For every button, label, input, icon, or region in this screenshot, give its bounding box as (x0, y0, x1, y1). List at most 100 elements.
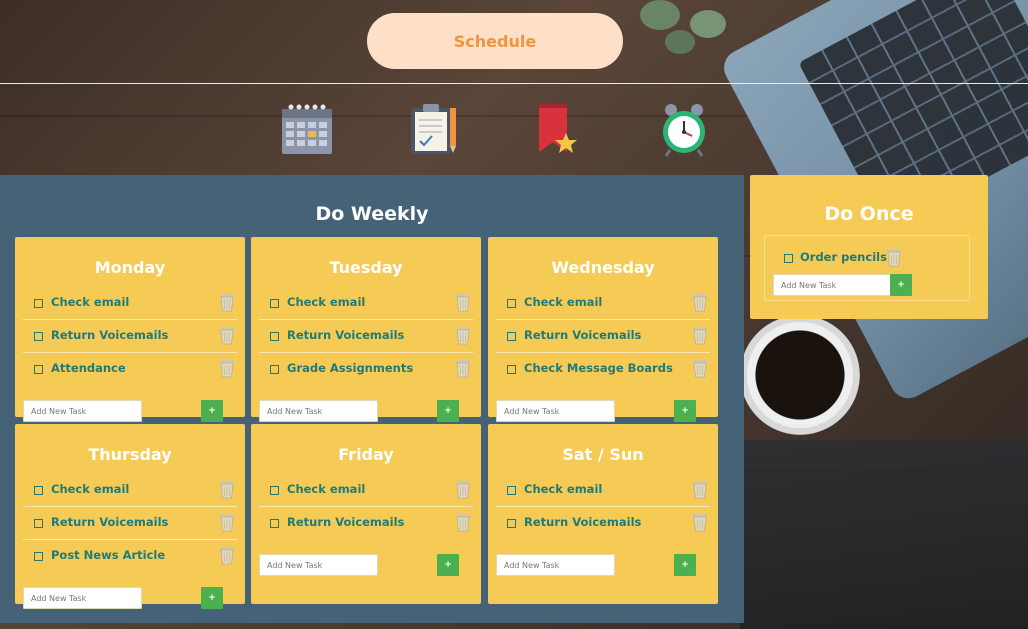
trash-icon[interactable] (691, 358, 709, 378)
day-card: Sat / Sun Check email Return Voicemails … (488, 424, 718, 604)
day-title: Thursday (88, 445, 172, 464)
add-task-button[interactable]: + (437, 400, 459, 422)
trash-icon[interactable] (691, 325, 709, 345)
task-label: Return Voicemails (51, 328, 169, 342)
task-checkbox[interactable] (270, 519, 279, 528)
trash-icon[interactable] (218, 479, 236, 499)
task-label: Order pencils (800, 250, 887, 264)
background-plant (665, 30, 695, 54)
weekly-title: Do Weekly (315, 203, 429, 225)
task-item: Return Voicemails (23, 507, 237, 540)
task-checkbox[interactable] (270, 332, 279, 341)
trash-icon[interactable] (218, 325, 236, 345)
task-item: Return Voicemails (496, 320, 710, 353)
trash-icon[interactable] (454, 325, 472, 345)
add-task-button[interactable]: + (437, 554, 459, 576)
trash-icon[interactable] (218, 545, 236, 565)
once-add-task-button[interactable]: + (890, 274, 912, 296)
day-card: Thursday Check email Return Voicemails P… (15, 424, 245, 609)
task-item: Return Voicemails (259, 320, 473, 353)
alarm-clock-icon[interactable] (656, 100, 712, 158)
task-checkbox[interactable] (34, 365, 43, 374)
add-task-input[interactable] (496, 400, 615, 422)
trash-icon[interactable] (691, 479, 709, 499)
add-task-button[interactable]: + (674, 554, 696, 576)
trash-icon[interactable] (454, 292, 472, 312)
task-checkbox[interactable] (270, 299, 279, 308)
task-label: Check email (51, 295, 130, 309)
add-task-button[interactable]: + (674, 400, 696, 422)
trash-icon[interactable] (218, 292, 236, 312)
task-item: Attendance (23, 353, 237, 386)
task-label: Check email (51, 482, 130, 496)
once-task-list: Order pencils + (764, 235, 970, 301)
task-checkbox[interactable] (270, 365, 279, 374)
day-card: Tuesday Check email Return Voicemails Gr… (251, 237, 481, 422)
task-checkbox[interactable] (34, 486, 43, 495)
background-coffee-cup (740, 315, 860, 435)
trash-icon[interactable] (454, 512, 472, 532)
task-item: Check email (23, 287, 237, 320)
trash-icon[interactable] (218, 512, 236, 532)
task-checkbox[interactable] (507, 299, 516, 308)
task-checkbox[interactable] (784, 254, 793, 263)
day-title: Friday (338, 445, 394, 464)
trash-icon[interactable] (454, 358, 472, 378)
task-label: Return Voicemails (51, 515, 169, 529)
add-task-button[interactable]: + (201, 587, 223, 609)
weekly-panel: Do Weekly Monday Check email Return Voic… (0, 175, 744, 623)
task-label: Attendance (51, 361, 126, 375)
task-checkbox[interactable] (507, 332, 516, 341)
task-checkbox[interactable] (507, 365, 516, 374)
add-task-input[interactable] (496, 554, 615, 576)
task-label: Return Voicemails (287, 515, 405, 529)
add-task-input[interactable] (23, 587, 142, 609)
task-item: Check email (23, 474, 237, 507)
task-checkbox[interactable] (34, 552, 43, 561)
add-task-input[interactable] (259, 400, 378, 422)
bookmark-star-icon[interactable] (533, 100, 589, 158)
trash-icon[interactable] (885, 247, 903, 267)
task-label: Check email (524, 482, 603, 496)
once-panel: Do Once Order pencils + (750, 175, 988, 319)
calendar-icon[interactable] (279, 100, 335, 158)
trash-icon[interactable] (691, 512, 709, 532)
task-label: Check email (287, 295, 366, 309)
once-add-task-input[interactable] (773, 274, 891, 296)
task-label: Check email (524, 295, 603, 309)
background-plant (690, 10, 726, 38)
schedule-button[interactable]: Schedule (367, 13, 623, 69)
task-item: Check email (259, 287, 473, 320)
day-title: Sat / Sun (562, 445, 644, 464)
trash-icon[interactable] (218, 358, 236, 378)
task-checkbox[interactable] (34, 519, 43, 528)
task-item: Check Message Boards (496, 353, 710, 386)
task-checkbox[interactable] (507, 519, 516, 528)
trash-icon[interactable] (454, 479, 472, 499)
day-card: Friday Check email Return Voicemails + (251, 424, 481, 604)
trash-icon[interactable] (691, 292, 709, 312)
task-item: Check email (259, 474, 473, 507)
task-item: Return Voicemails (259, 507, 473, 540)
task-checkbox[interactable] (270, 486, 279, 495)
task-checkbox[interactable] (507, 486, 516, 495)
background-shadow (740, 440, 1028, 629)
task-item: Check email (496, 287, 710, 320)
task-label: Grade Assignments (287, 361, 414, 375)
day-title: Wednesday (551, 258, 655, 277)
clipboard-icon[interactable] (406, 100, 462, 158)
day-title: Tuesday (329, 258, 403, 277)
once-title: Do Once (824, 203, 914, 225)
task-checkbox[interactable] (34, 299, 43, 308)
add-task-input[interactable] (23, 400, 142, 422)
background-plant (640, 0, 680, 30)
task-item: Post News Article (23, 540, 237, 573)
day-card: Monday Check email Return Voicemails Att… (15, 237, 245, 422)
task-label: Return Voicemails (524, 328, 642, 342)
add-task-input[interactable] (259, 554, 378, 576)
task-checkbox[interactable] (34, 332, 43, 341)
task-item: Return Voicemails (496, 507, 710, 540)
add-task-button[interactable]: + (201, 400, 223, 422)
task-item: Grade Assignments (259, 353, 473, 386)
task-label: Return Voicemails (287, 328, 405, 342)
